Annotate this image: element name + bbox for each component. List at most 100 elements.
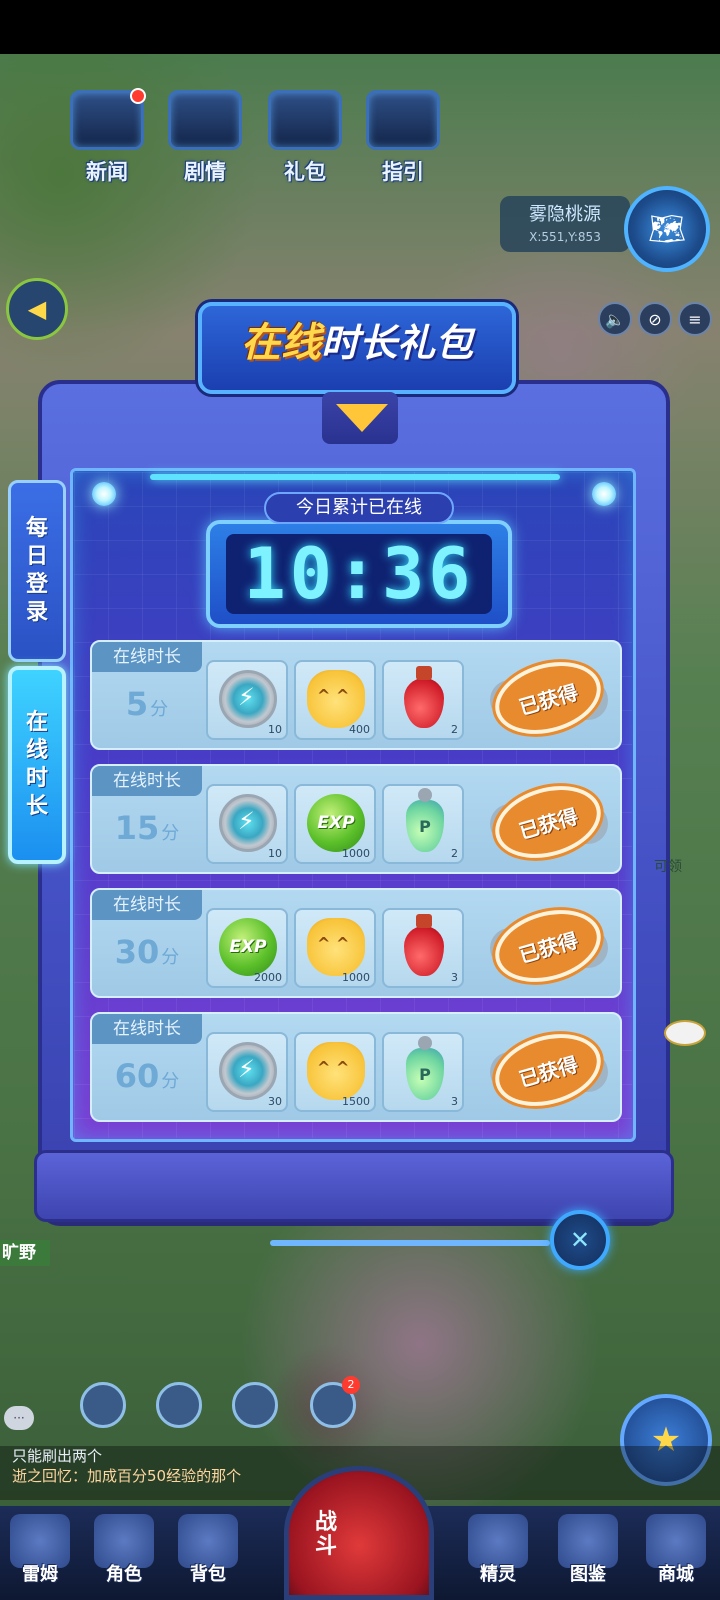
reward-slot[interactable]: 1500: [294, 1032, 376, 1112]
collapse-arrow-button[interactable]: ◀: [6, 278, 68, 340]
nav-label: 商城: [658, 1564, 694, 1585]
action-button-2[interactable]: [156, 1382, 202, 1428]
map-icon: 🗺: [647, 211, 687, 247]
battle-button[interactable]: 战 斗: [284, 1466, 434, 1600]
reward-row: 在线时长 60分 30 1500 P3 已获得: [90, 1012, 622, 1122]
timer-caption: 今日累计已在线: [264, 492, 454, 524]
story-button[interactable]: 剧情: [160, 90, 250, 186]
arrow-left-icon: ◀: [27, 295, 47, 323]
title-rest: 时长礼包: [320, 321, 473, 365]
duration-value: 15: [114, 809, 160, 847]
nav-label: 精灵: [480, 1564, 516, 1585]
map-button[interactable]: 🗺: [624, 186, 710, 272]
gift-pack-label: 礼包: [284, 160, 326, 184]
news-label: 新闻: [86, 160, 128, 184]
reward-slot[interactable]: 3: [382, 908, 464, 988]
reward-row: 在线时长 5分 10 400 2 已获得: [90, 640, 622, 750]
area-tag: 旷野: [0, 1240, 50, 1266]
tab-daily-login[interactable]: 每日登录: [8, 480, 66, 662]
close-button[interactable]: ✕: [550, 1210, 610, 1270]
nav-shop[interactable]: 商城: [636, 1514, 716, 1586]
reward-row: 在线时长 15分 10 EXP1000 P2 已获得: [90, 764, 622, 874]
duration-unit: 分: [161, 1071, 180, 1092]
reward-row: 在线时长 30分 EXP2000 1000 3 已获得: [90, 888, 622, 998]
close-bar-decoration: [270, 1240, 550, 1246]
reward-slot[interactable]: P3: [382, 1032, 464, 1112]
mute-button[interactable]: ⊘: [638, 302, 672, 336]
action-button-3[interactable]: [232, 1382, 278, 1428]
item-count: 30: [268, 1095, 282, 1108]
duration-unit: 分: [161, 947, 180, 968]
item-count: 1000: [342, 847, 370, 860]
yellow-cat-icon: [307, 918, 365, 976]
claimed-stamp: 已获得: [486, 1022, 610, 1118]
airship-icon[interactable]: [664, 1020, 706, 1046]
action-badge-count: 2: [342, 1376, 360, 1394]
close-icon: ✕: [569, 1226, 591, 1254]
reward-slot[interactable]: P2: [382, 784, 464, 864]
spotlight-right-icon: [592, 482, 616, 506]
item-count: 3: [451, 1095, 458, 1108]
reward-slot[interactable]: 10: [206, 660, 288, 740]
speaker-icon: 🔈: [605, 309, 625, 329]
reward-slot[interactable]: EXP 2000: [206, 908, 288, 988]
row-duration: 60 分: [92, 1048, 202, 1104]
tab-online-time[interactable]: 在线时长: [8, 666, 66, 864]
exp-orb-icon: EXP: [219, 918, 277, 976]
news-button[interactable]: 新闻: [62, 88, 152, 186]
item-count: 2000: [254, 971, 282, 984]
p-potion-icon: P: [406, 1036, 444, 1100]
nav-label: 图鉴: [570, 1564, 606, 1585]
row-tag: 在线时长: [92, 766, 202, 796]
nav-spirit[interactable]: 精灵: [458, 1514, 538, 1586]
item-count: 3: [451, 971, 458, 984]
guide-button[interactable]: 指引: [358, 90, 448, 186]
yellow-cat-icon: [307, 670, 365, 728]
side-claim-label: 可领: [654, 859, 682, 875]
mute-icon: ⊘: [648, 309, 662, 329]
duration-value: 30: [114, 933, 160, 971]
reward-slot[interactable]: 30: [206, 1032, 288, 1112]
row-tag: 在线时长: [92, 1014, 202, 1044]
battle-label: 斗: [315, 1534, 338, 1559]
row-tag: 在线时长: [92, 890, 202, 920]
menu-button[interactable]: ≡: [678, 302, 712, 336]
story-icon: [168, 90, 242, 150]
row-tag: 在线时长: [92, 642, 202, 672]
nav-label: 雷姆: [22, 1564, 58, 1585]
nav-character[interactable]: 角色: [84, 1514, 164, 1586]
energy-gear-icon: [219, 1042, 277, 1100]
panel-title: 在线时长礼包: [198, 310, 516, 368]
exp-orb-icon: EXP: [307, 794, 365, 852]
title-highlight: 在线: [240, 320, 321, 366]
item-count: 1500: [342, 1095, 370, 1108]
nav-leimu[interactable]: 雷姆: [0, 1514, 80, 1586]
item-count: 10: [268, 847, 282, 860]
reward-slot[interactable]: 2: [382, 660, 464, 740]
chat-line: 只能刷出两个: [12, 1447, 103, 1465]
claimed-stamp: 已获得: [486, 898, 610, 994]
tab-online-label: 在线时长: [25, 710, 48, 819]
row-duration: 15 分: [92, 800, 202, 856]
item-count: 2: [451, 723, 458, 736]
reward-slot[interactable]: EXP 1000: [294, 784, 376, 864]
sound-button[interactable]: 🔈: [598, 302, 632, 336]
red-potion-icon: [404, 914, 444, 976]
chat-bubble-icon[interactable]: ···: [4, 1406, 34, 1430]
battle-label: 战: [315, 1510, 338, 1535]
story-label: 剧情: [184, 160, 226, 184]
claimed-stamp: 已获得: [486, 650, 610, 746]
nav-backpack[interactable]: 背包: [168, 1514, 248, 1586]
action-button-1[interactable]: [80, 1382, 126, 1428]
energy-gear-icon: [219, 670, 277, 728]
reward-slot[interactable]: 1000: [294, 908, 376, 988]
gift-pack-button[interactable]: 礼包: [260, 90, 350, 186]
item-count: 400: [349, 723, 370, 736]
reward-slot[interactable]: 10: [206, 784, 288, 864]
p-potion-icon: P: [406, 788, 444, 852]
nav-codex[interactable]: 图鉴: [548, 1514, 628, 1586]
reward-slot[interactable]: 400: [294, 660, 376, 740]
spotlight-left-icon: [92, 482, 116, 506]
guide-label: 指引: [382, 160, 424, 184]
gift-pack-icon: [268, 90, 342, 150]
